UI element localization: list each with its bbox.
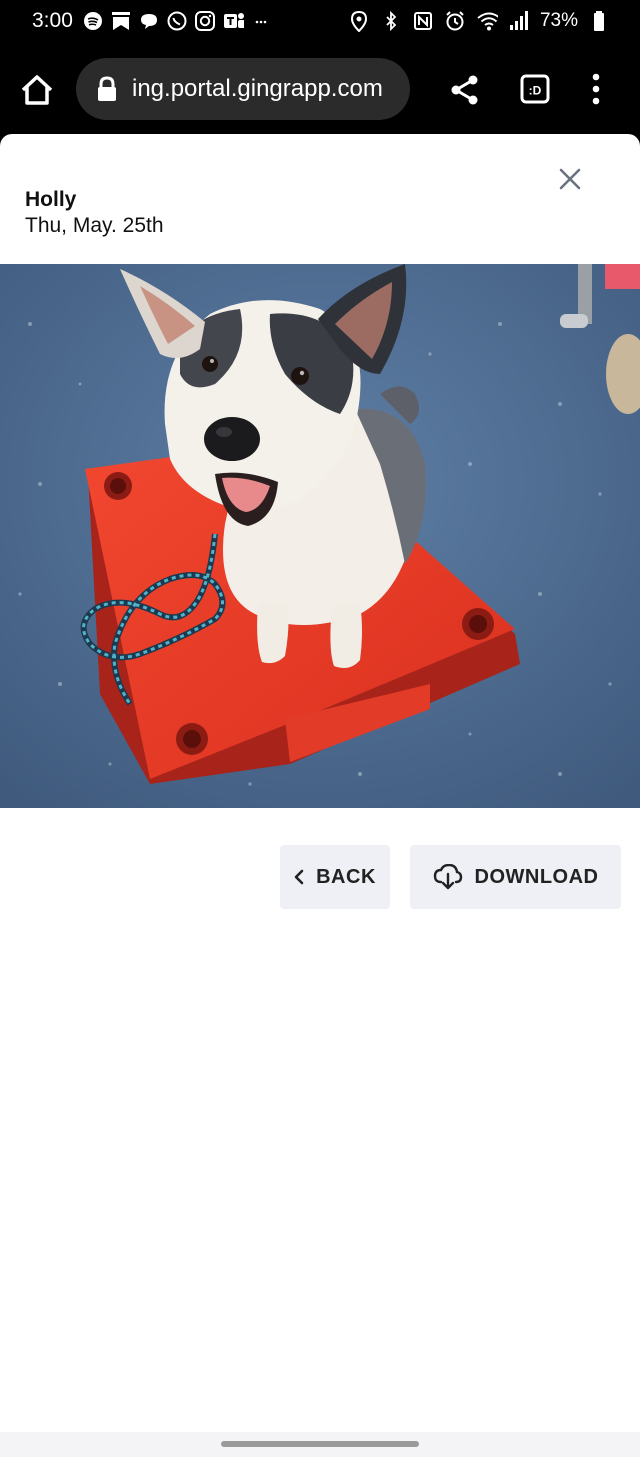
wifi-icon — [476, 10, 498, 32]
gesture-nav-bar — [0, 1432, 640, 1457]
bluetooth-icon — [380, 10, 402, 32]
battery-icon — [588, 10, 610, 32]
back-label: BACK — [316, 865, 376, 888]
photo-date: Thu, May. 25th — [25, 214, 164, 237]
tab-indicator: :D — [529, 84, 542, 98]
back-button[interactable]: BACK — [280, 845, 390, 909]
teams-icon — [222, 10, 244, 32]
nfc-icon — [412, 10, 434, 32]
whatsapp-icon — [166, 10, 188, 32]
status-bar: 3:00 73% — [0, 0, 640, 44]
more-dots-icon — [250, 10, 272, 32]
pet-name: Holly — [25, 188, 77, 211]
location-icon — [348, 10, 370, 32]
battery-percent: 73% — [539, 10, 578, 31]
browser-toolbar: ing.portal.gingrapp.com :D — [0, 44, 640, 134]
overflow-menu-icon[interactable] — [586, 72, 606, 106]
signal-icon — [508, 10, 530, 32]
dog-photo — [0, 264, 640, 808]
close-icon[interactable] — [557, 166, 583, 192]
home-icon[interactable] — [20, 74, 54, 106]
home-gesture-handle[interactable] — [221, 1441, 419, 1447]
photo-modal: Holly Thu, May. 25th BACK DOWNLOAD — [0, 134, 640, 1432]
status-time: 3:00 — [32, 9, 73, 32]
chevron-left-icon — [294, 869, 304, 885]
url-text: ing.portal.gingrapp.com — [132, 75, 383, 102]
notification-icons — [82, 10, 272, 32]
download-label: DOWNLOAD — [474, 865, 599, 888]
share-icon[interactable] — [450, 74, 480, 106]
tabs-button[interactable]: :D — [520, 74, 550, 104]
chat-icon — [138, 10, 160, 32]
instagram-icon — [194, 10, 216, 32]
download-button[interactable]: DOWNLOAD — [410, 845, 621, 909]
cloud-download-icon — [433, 864, 463, 890]
alarm-icon — [444, 10, 466, 32]
address-bar[interactable]: ing.portal.gingrapp.com — [76, 58, 410, 120]
lock-icon — [96, 76, 118, 102]
system-icons: 73% — [348, 10, 610, 32]
bookmark-icon — [110, 10, 132, 32]
spotify-icon — [82, 10, 104, 32]
